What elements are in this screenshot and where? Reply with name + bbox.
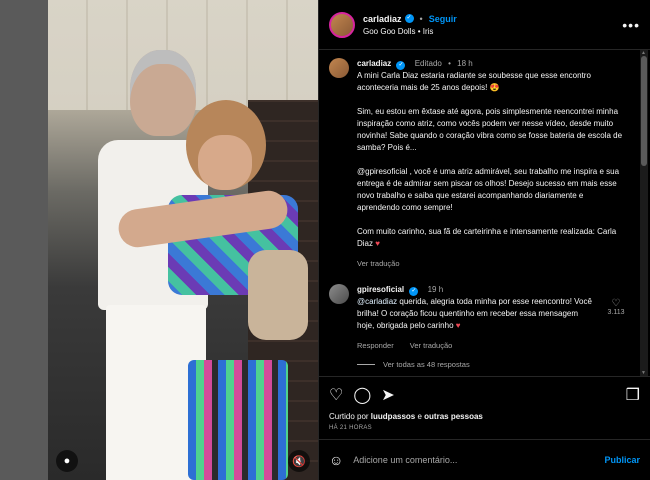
emoji-icon[interactable]: ☺ <box>329 452 343 468</box>
caption-avatar[interactable] <box>329 58 349 78</box>
tagged-users-icon[interactable]: ● <box>56 450 78 472</box>
edited-label: Editado <box>414 59 442 68</box>
liked-by: Curtido por luudpassos e outras pessoas <box>319 412 650 421</box>
heart-outline-icon[interactable]: ♡ <box>329 385 343 405</box>
liked-by-user[interactable]: luudpassos <box>371 412 415 421</box>
comment-icon[interactable]: ◯ <box>353 385 371 405</box>
caption-paragraph: @gpiresoficial , você é uma atriz admirá… <box>357 167 620 212</box>
liked-by-middle: e <box>415 412 425 421</box>
see-translation-link[interactable]: Ver tradução <box>357 259 400 268</box>
audio-track[interactable]: Goo Goo Dolls • Iris <box>363 27 622 36</box>
author-avatar[interactable] <box>329 11 355 38</box>
author-username[interactable]: carladiaz <box>363 14 402 24</box>
scroll-down-icon[interactable]: ▼ <box>641 370 646 376</box>
caption-username[interactable]: carladiaz <box>357 59 391 68</box>
see-translation-link[interactable]: Ver tradução <box>410 341 453 350</box>
post-video[interactable]: ● 🔇 <box>48 0 318 480</box>
caption: carladiaz ✓ Editado • 18 h A mini Carla … <box>329 58 628 270</box>
verified-icon: ✓ <box>396 61 406 70</box>
reply-button[interactable]: Responder <box>357 341 394 350</box>
share-icon[interactable]: ➤ <box>381 385 394 405</box>
scrollbar-thumb[interactable] <box>641 56 647 166</box>
comments-scrollbar[interactable]: ▲ ▼ <box>640 50 648 376</box>
mute-icon[interactable]: 🔇 <box>288 450 310 472</box>
comment-like: ♡ 3.113 <box>604 298 628 352</box>
verified-icon: ✓ <box>404 14 414 23</box>
view-replies-label[interactable]: Ver todas as 48 respostas <box>383 360 470 369</box>
caption-time[interactable]: 18 h <box>457 59 473 68</box>
liked-by-prefix: Curtido por <box>329 412 371 421</box>
comment-time[interactable]: 19 h <box>428 285 444 294</box>
follow-button[interactable]: Seguir <box>429 14 457 24</box>
more-options-icon[interactable]: ••• <box>622 17 640 33</box>
verified-icon: ✓ <box>409 287 419 296</box>
commenter-avatar[interactable] <box>329 284 349 304</box>
comments-section[interactable]: ▲ ▼ carladiaz ✓ Editado • 18 h A mini Ca… <box>319 50 650 376</box>
comment-item: gpiresoficial ✓ 19 h @carladiaz querida,… <box>329 284 628 352</box>
post-comment-button[interactable]: Publicar <box>604 455 640 465</box>
separator-dot: • <box>419 13 423 24</box>
add-comment-bar: ☺ Publicar <box>319 440 650 480</box>
bookmark-icon[interactable]: ❒ <box>626 385 640 405</box>
liked-by-others[interactable]: outras pessoas <box>424 412 483 421</box>
replies-line <box>357 364 375 365</box>
caption-paragraph: Com muito carinho, sua fã de carteirinha… <box>357 227 617 248</box>
video-person-right <box>168 100 308 480</box>
post-header: carladiaz ✓ • Seguir Goo Goo Dolls • Iri… <box>319 0 650 50</box>
view-replies-button[interactable]: Ver todas as 48 respostas <box>357 360 628 369</box>
comment-input[interactable] <box>353 455 595 465</box>
red-heart-icon: ♥ <box>375 239 380 248</box>
post-actions: ♡ ◯ ➤ ❒ <box>319 376 650 412</box>
mention-link[interactable]: @carladiaz <box>357 297 397 306</box>
post-side-panel: carladiaz ✓ • Seguir Goo Goo Dolls • Iri… <box>318 0 650 480</box>
post-modal: ● 🔇 carladiaz ✓ • Seguir Goo Goo Dolls •… <box>48 0 650 480</box>
heart-outline-icon[interactable]: ♡ <box>612 298 621 309</box>
commenter-username[interactable]: gpiresoficial <box>357 285 404 294</box>
post-time[interactable]: HÁ 21 HORAS <box>319 421 650 440</box>
comment-like-count: 3.113 <box>607 309 625 316</box>
caption-paragraph: Sim, eu estou em êxtase até agora, pois … <box>357 107 623 152</box>
caption-paragraph: A mini Carla Diaz estaria radiante se so… <box>357 71 591 92</box>
red-heart-icon: ♥ <box>455 321 461 330</box>
